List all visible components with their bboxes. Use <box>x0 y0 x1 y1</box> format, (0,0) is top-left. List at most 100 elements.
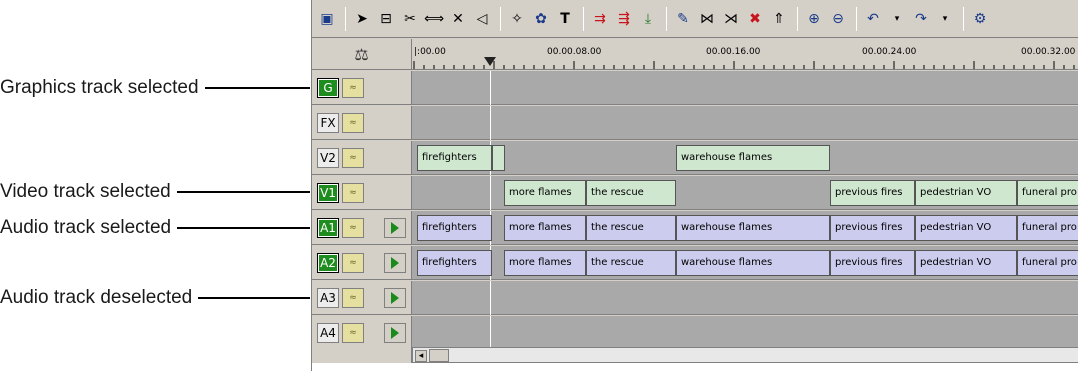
edit-line <box>490 281 491 315</box>
track-select-button-fx[interactable]: FX <box>317 113 339 133</box>
clip[interactable]: funeral pro <box>1017 180 1078 206</box>
clip[interactable]: more flames <box>504 250 586 276</box>
track-select-button-a3[interactable]: A3 <box>317 288 339 308</box>
clip[interactable]: funeral pro <box>1017 215 1078 241</box>
play-icon[interactable] <box>384 323 406 343</box>
waveform-icon[interactable]: ≈ <box>342 113 364 133</box>
toolbar-separator <box>345 6 346 31</box>
track-lane-g[interactable] <box>412 71 1078 105</box>
waveform-icon[interactable]: ≈ <box>342 78 364 98</box>
clip[interactable]: firefighters <box>417 215 492 241</box>
clip[interactable]: previous fires <box>830 180 915 206</box>
clip[interactable]: previous fires <box>830 250 915 276</box>
callout-graphics-label: Graphics track selected <box>0 77 199 98</box>
track-header-v2: V2 ≈ <box>312 141 412 175</box>
timeline-editor: ▣ ➤ ⊟ ✂ ⟺ ✕ ◁ ✧ ✿ T ⇉ ⇶ ⤓ ✎ ⋈ ⋊ ✖ ⇑ ⊕ ⊖ … <box>311 0 1078 371</box>
undo-icon[interactable]: ↶ <box>862 8 884 30</box>
clip[interactable]: previous fires <box>830 215 915 241</box>
waveform-icon[interactable]: ≈ <box>342 288 364 308</box>
audio-icon[interactable]: ◁ <box>471 8 493 30</box>
clip[interactable]: warehouse flames <box>676 215 830 241</box>
track-select-button-v1[interactable]: V1 <box>317 183 339 203</box>
remove-icon[interactable]: ✖ <box>744 8 766 30</box>
track-header-g: G ≈ <box>312 71 412 105</box>
redo-icon[interactable]: ↷ <box>910 8 932 30</box>
settings-icon[interactable]: ⚙ <box>969 8 991 30</box>
track-select-button-a4[interactable]: A4 <box>317 323 339 343</box>
zoom-out-icon[interactable]: ⊖ <box>827 8 849 30</box>
waveform-icon[interactable]: ≈ <box>342 218 364 238</box>
play-icon[interactable] <box>384 288 406 308</box>
undo-dropdown-icon[interactable]: ▾ <box>886 8 908 30</box>
zoom-in-icon[interactable]: ⊕ <box>803 8 825 30</box>
clip[interactable]: the rescue <box>586 250 676 276</box>
track-select-button-g[interactable]: G <box>317 78 339 98</box>
lift-icon[interactable]: ⇑ <box>768 8 790 30</box>
horizontal-scrollbar[interactable]: ◂ <box>412 347 1078 363</box>
track-header-fx: FX ≈ <box>312 106 412 140</box>
move-left-icon[interactable]: ⇉ <box>589 8 611 30</box>
toolbar-separator <box>856 6 857 31</box>
waveform-icon[interactable]: ≈ <box>342 253 364 273</box>
track-select-button-a2[interactable]: A2 <box>317 253 339 273</box>
scroll-left-icon[interactable]: ◂ <box>415 350 427 362</box>
clip[interactable]: warehouse flames <box>676 250 830 276</box>
play-icon[interactable] <box>384 253 406 273</box>
unlink-icon[interactable]: ⋊ <box>720 8 742 30</box>
delete-icon[interactable]: ✕ <box>447 8 469 30</box>
trim-icon[interactable]: ⊟ <box>375 8 397 30</box>
waveform-icon[interactable]: ≈ <box>342 323 364 343</box>
track-lane-v1[interactable]: more flames the rescue previous fires pedes… <box>412 176 1078 210</box>
split-icon[interactable]: ⟺ <box>423 8 445 30</box>
clip[interactable]: firefighters <box>417 145 492 171</box>
razor-icon[interactable]: ✂ <box>399 8 421 30</box>
edit-line <box>490 106 491 140</box>
track-lane-a4[interactable] <box>412 316 1078 350</box>
callout-audio-deselected-label: Audio track deselected <box>0 287 193 308</box>
callout-graphics: Graphics track selected <box>0 77 310 99</box>
sync-lock-icon[interactable]: ⚖ <box>312 39 412 70</box>
link-icon[interactable]: ⋈ <box>696 8 718 30</box>
clip[interactable]: more flames <box>504 215 586 241</box>
clip[interactable]: warehouse flames <box>676 145 830 171</box>
scroll-thumb[interactable] <box>429 349 449 362</box>
play-icon[interactable] <box>384 218 406 238</box>
move-right-icon[interactable]: ⇶ <box>613 8 635 30</box>
clip[interactable]: the rescue <box>586 180 676 206</box>
callout-audio-deselected-line <box>198 297 310 299</box>
transitions-icon[interactable]: ✿ <box>530 8 552 30</box>
insert-icon[interactable]: ⤓ <box>637 8 659 30</box>
track-lane-a2[interactable]: firefighters more flames the rescue warehou… <box>412 246 1078 280</box>
track-select-button-v2[interactable]: V2 <box>317 148 339 168</box>
clip[interactable]: the rescue <box>586 215 676 241</box>
callout-video-label: Video track selected <box>0 181 171 202</box>
callout-audio-deselected: Audio track deselected <box>0 287 310 309</box>
text-icon[interactable]: T <box>554 8 576 30</box>
track-select-button-a1[interactable]: A1 <box>317 218 339 238</box>
save-icon[interactable]: ▣ <box>316 8 338 30</box>
waveform-icon[interactable]: ≈ <box>342 148 364 168</box>
playhead[interactable] <box>484 57 496 66</box>
track-lane-a3[interactable] <box>412 281 1078 315</box>
pointer-icon[interactable]: ➤ <box>351 8 373 30</box>
toolbar-separator <box>583 6 584 31</box>
waveform-icon[interactable]: ≈ <box>342 183 364 203</box>
match-icon[interactable]: ✎ <box>672 8 694 30</box>
timecode-ruler[interactable]: |:00.00 00.00.08.00 00.00.16.00 00.00.24… <box>412 39 1078 70</box>
clip[interactable]: pedestrian VO <box>915 215 1017 241</box>
clip[interactable]: firefighters <box>417 250 492 276</box>
clip[interactable]: pedestrian VO <box>915 250 1017 276</box>
clip[interactable]: funeral pro <box>1017 250 1078 276</box>
track-lane-a1[interactable]: firefighters more flames the rescue warehou… <box>412 211 1078 245</box>
ruler-label-3: 00.00.24.00 <box>862 47 917 57</box>
track-lane-fx[interactable] <box>412 106 1078 140</box>
clip[interactable]: more flames <box>504 180 586 206</box>
clip[interactable]: pedestrian VO <box>915 180 1017 206</box>
redo-dropdown-icon[interactable]: ▾ <box>934 8 956 30</box>
track-lane-v2[interactable]: firefighters warehouse flames <box>412 141 1078 175</box>
effects-icon[interactable]: ✧ <box>506 8 528 30</box>
bottom-strip <box>312 363 1078 371</box>
scroll-corner <box>312 347 412 363</box>
callout-audio-selected: Audio track selected <box>0 217 310 239</box>
clip[interactable] <box>492 145 505 171</box>
